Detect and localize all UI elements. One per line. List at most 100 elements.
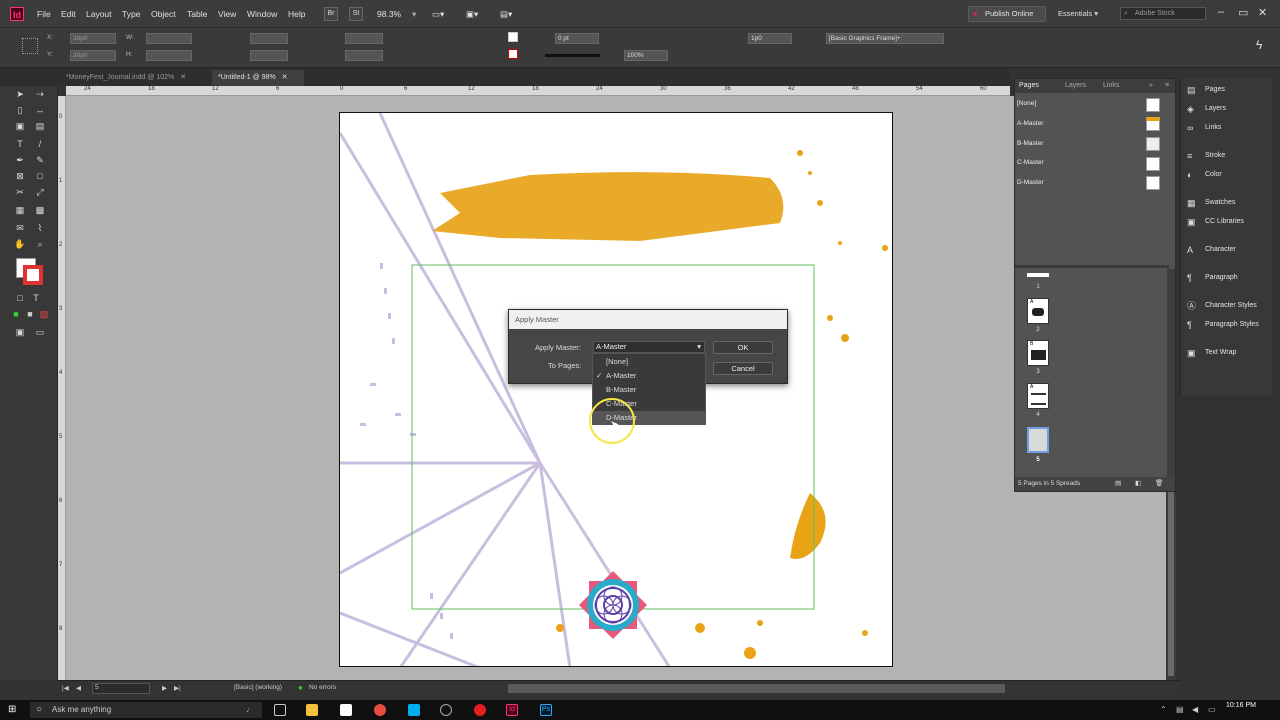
stroke-swatch-icon[interactable] bbox=[508, 49, 518, 59]
volume-icon[interactable]: ◀ bbox=[1192, 705, 1198, 714]
stroke-type-line[interactable] bbox=[545, 54, 600, 57]
last-page-icon[interactable]: ▶| bbox=[174, 684, 181, 692]
gap-tool-icon[interactable]: ↔ bbox=[34, 104, 46, 116]
view-options-icon[interactable]: ▭▾ bbox=[432, 9, 444, 20]
scale-y-input[interactable] bbox=[250, 50, 288, 61]
errors-status[interactable]: No errors bbox=[309, 684, 336, 691]
dock-layers[interactable]: ◈ Layers bbox=[1181, 101, 1273, 117]
content-collector-icon[interactable]: ▣ bbox=[14, 120, 26, 132]
content-placer-icon[interactable]: ▤ bbox=[34, 120, 46, 132]
apply-color-icon[interactable]: ■ bbox=[10, 308, 22, 320]
master-a[interactable]: A-Master bbox=[1017, 115, 1167, 133]
height-input[interactable] bbox=[146, 50, 192, 61]
gradient-tool-icon[interactable]: ▦ bbox=[14, 204, 26, 216]
rectangle-frame-tool-icon[interactable]: ⊠ bbox=[14, 170, 26, 182]
master-c[interactable]: C-Master bbox=[1017, 154, 1167, 172]
adobe-stock-search-input[interactable]: ⌕ Adobe Stock bbox=[1120, 7, 1206, 20]
formatting-text-icon[interactable]: T bbox=[30, 292, 42, 304]
master-thumb[interactable] bbox=[1146, 157, 1160, 171]
dock-character[interactable]: A Character bbox=[1181, 242, 1273, 258]
cancel-button[interactable]: Cancel bbox=[713, 362, 773, 375]
new-page-icon[interactable]: ◧ bbox=[1135, 477, 1141, 491]
keyboard-icon[interactable]: ▭ bbox=[1208, 705, 1216, 714]
photoshop-taskbar-icon[interactable]: Ps bbox=[540, 704, 552, 716]
master-thumb[interactable] bbox=[1146, 117, 1160, 131]
apply-gradient-icon[interactable]: ■ bbox=[24, 308, 36, 320]
zoom-tool-icon[interactable]: ⌕ bbox=[34, 238, 46, 250]
dock-pages[interactable]: ▤ Pages bbox=[1181, 82, 1273, 98]
workspace-switcher[interactable]: Essentials ▾ bbox=[1058, 9, 1098, 18]
media-icon[interactable] bbox=[474, 704, 486, 716]
menu-file[interactable]: File bbox=[37, 9, 51, 19]
master-thumb[interactable] bbox=[1146, 137, 1160, 151]
master-none[interactable]: [None] bbox=[1017, 95, 1167, 113]
dropdown-item-a-master[interactable]: ✓ A-Master bbox=[593, 369, 705, 383]
menu-table[interactable]: Table bbox=[187, 9, 207, 19]
skype-icon[interactable] bbox=[408, 704, 420, 716]
eyedropper-tool-icon[interactable]: ⌇ bbox=[34, 222, 46, 234]
prev-page-icon[interactable]: ◀ bbox=[76, 684, 81, 692]
page-thumb-3[interactable]: B bbox=[1027, 340, 1049, 366]
network-icon[interactable]: ▤ bbox=[1176, 705, 1184, 714]
page-thumb-4[interactable]: A bbox=[1027, 383, 1049, 409]
tab-links[interactable]: Links bbox=[1103, 82, 1119, 89]
dock-text-wrap[interactable]: ▣ Text Wrap bbox=[1181, 345, 1273, 361]
vertical-ruler[interactable]: 0 1 2 3 4 5 6 7 8 bbox=[58, 96, 66, 680]
rotate-input[interactable] bbox=[345, 33, 383, 44]
dock-color[interactable]: ◐ Color bbox=[1181, 167, 1273, 183]
zoom-level[interactable]: 98.3% bbox=[377, 9, 401, 19]
line-tool-icon[interactable]: / bbox=[34, 138, 46, 150]
dropdown-item-none[interactable]: [None] bbox=[593, 355, 705, 369]
indesign-taskbar-icon[interactable]: Id bbox=[506, 704, 518, 716]
next-page-icon[interactable]: ▶ bbox=[162, 684, 167, 692]
pencil-tool-icon[interactable]: ✎ bbox=[34, 154, 46, 166]
menu-window[interactable]: Window bbox=[247, 9, 277, 19]
page-number-field[interactable]: 5 bbox=[92, 683, 150, 694]
scissors-tool-icon[interactable]: ✂ bbox=[14, 186, 26, 198]
width-input[interactable] bbox=[146, 33, 192, 44]
page-thumb-5-selected[interactable] bbox=[1027, 427, 1049, 453]
dock-paragraph[interactable]: ¶ Paragraph bbox=[1181, 270, 1273, 286]
preflight-profile[interactable]: [Basic] (working) bbox=[234, 684, 282, 691]
chrome-icon[interactable] bbox=[374, 704, 386, 716]
pages-scrollbar[interactable] bbox=[1167, 269, 1175, 477]
menu-layout[interactable]: Layout bbox=[86, 9, 112, 19]
tray-chevron-icon[interactable]: ⌃ bbox=[1160, 705, 1167, 714]
clock[interactable]: 10:16 PM bbox=[1226, 702, 1256, 709]
screen-mode-icon[interactable]: ▣▾ bbox=[466, 9, 478, 20]
menu-view[interactable]: View bbox=[218, 9, 236, 19]
apply-none-icon[interactable]: ▨ bbox=[38, 308, 50, 320]
cortana-search-box[interactable]: ○ Ask me anything ♩ bbox=[30, 702, 262, 718]
type-tool-icon[interactable]: T bbox=[14, 138, 26, 150]
rectangle-tool-icon[interactable]: □ bbox=[34, 170, 46, 182]
page-thumb-2[interactable]: A bbox=[1027, 298, 1049, 324]
close-icon[interactable]: ✕ bbox=[282, 74, 288, 81]
microphone-icon[interactable]: ♩ bbox=[246, 702, 254, 718]
dock-stroke[interactable]: ≡ Stroke bbox=[1181, 148, 1273, 164]
tab-moneyfest-journal[interactable]: *MoneyFest_Journal.indd @ 102% ✕ bbox=[60, 70, 208, 86]
stroke-weight-input[interactable]: 0 pt bbox=[555, 33, 599, 44]
text-inset-input[interactable]: 1p0 bbox=[748, 33, 792, 44]
y-position-input[interactable]: 30p0 bbox=[70, 50, 116, 61]
dock-links[interactable]: ∞ Links bbox=[1181, 120, 1273, 136]
hand-tool-icon[interactable]: ✋ bbox=[14, 238, 26, 250]
lightning-icon[interactable]: ϟ bbox=[1256, 38, 1262, 52]
panel-menu-icon[interactable]: ≡ bbox=[1165, 82, 1169, 89]
pen-tool-icon[interactable]: ✒ bbox=[14, 154, 26, 166]
store-icon[interactable] bbox=[340, 704, 352, 716]
menu-help[interactable]: Help bbox=[288, 9, 305, 19]
x-position-input[interactable]: 36p0 bbox=[70, 33, 116, 44]
delete-page-icon[interactable]: 🗑 bbox=[1155, 477, 1163, 491]
dock-swatches[interactable]: ▦ Swatches bbox=[1181, 195, 1273, 211]
panel-collapse-icon[interactable]: » bbox=[1149, 82, 1153, 89]
tab-pages[interactable]: Pages bbox=[1019, 82, 1039, 89]
horizontal-scroll-thumb[interactable] bbox=[508, 684, 1005, 693]
dropdown-item-b-master[interactable]: B-Master bbox=[593, 383, 705, 397]
maximize-icon[interactable]: ▭ bbox=[1238, 6, 1248, 19]
ok-button[interactable]: OK bbox=[713, 341, 773, 354]
minimize-icon[interactable]: – bbox=[1218, 6, 1224, 18]
object-style-select[interactable]: [Basic Graphics Frame]+ bbox=[826, 33, 944, 44]
task-view-icon[interactable] bbox=[274, 704, 286, 716]
dock-paragraph-styles[interactable]: ¶ Paragraph Styles bbox=[1181, 317, 1273, 333]
horizontal-ruler[interactable]: 24 18 12 6 0 6 12 18 24 30 36 42 48 54 6… bbox=[66, 86, 1010, 96]
